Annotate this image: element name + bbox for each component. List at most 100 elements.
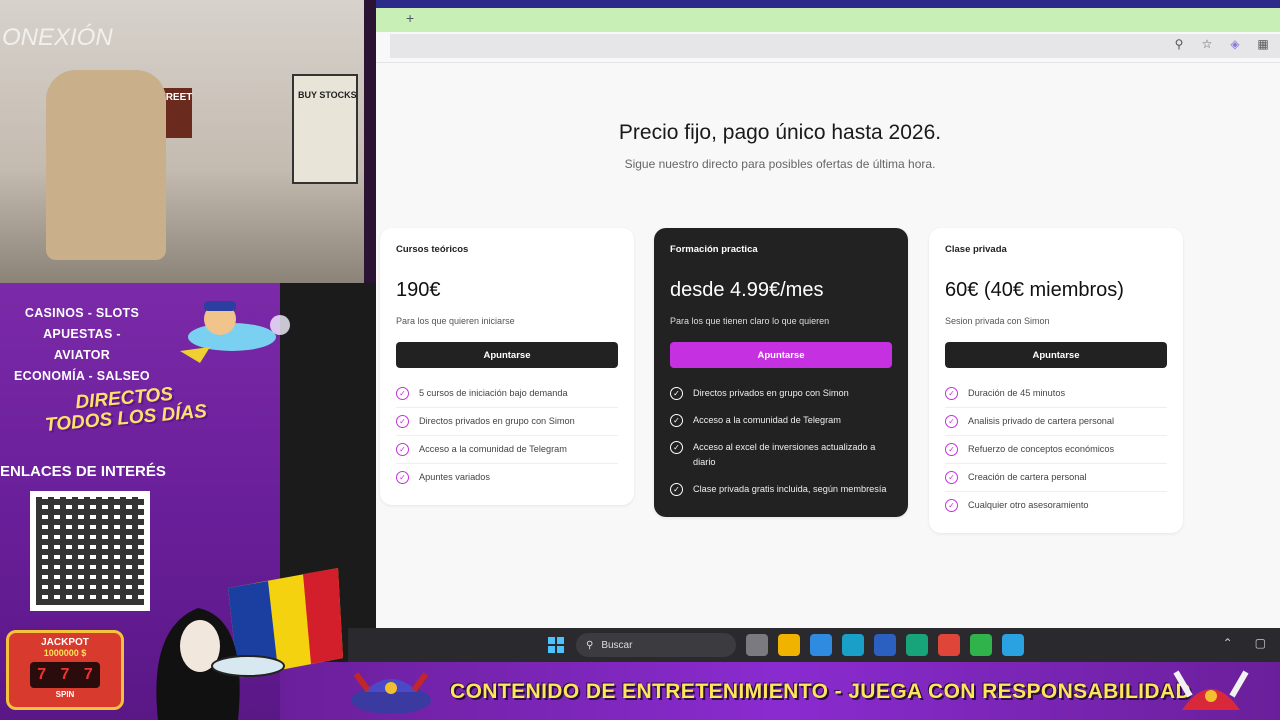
taskbar-app-icon[interactable] — [970, 634, 992, 656]
cam-neon-text: ONEXIÓN — [2, 24, 113, 51]
madonna-flag-illustration — [156, 568, 343, 720]
taskbar-app-icon[interactable] — [810, 634, 832, 656]
check-icon: ✓ — [945, 387, 958, 400]
plan-title: Cursos teóricos — [396, 244, 469, 255]
feature-text: Duración de 45 minutos — [968, 388, 1066, 398]
plan-description: Para los que tienen claro lo que quieren — [670, 316, 830, 326]
feature-text: Refuerzo de conceptos económicos — [968, 444, 1115, 454]
jackpot-value: 1000000 $ — [43, 648, 87, 658]
taskbar-app-icon[interactable] — [938, 634, 960, 656]
taskbar-app-icon[interactable] — [842, 634, 864, 656]
taskbar-app-icon[interactable] — [874, 634, 896, 656]
check-icon: ✓ — [670, 387, 683, 400]
taskbar-apps — [746, 634, 1024, 656]
check-icon: ✓ — [945, 415, 958, 428]
display-icon[interactable]: ▢ — [1255, 636, 1266, 650]
directos-badge: DIRECTOS TODOS LOS DÍAS — [43, 382, 207, 436]
feature-text: Apuntes variados — [419, 472, 490, 482]
topic-item: ECONOMÍA - SALSEO — [14, 369, 150, 383]
extension-icon[interactable]: ◈ — [1228, 37, 1242, 51]
buy-stocks-text: BUY STOCKS — [298, 90, 357, 100]
pilot-plane-icon — [180, 301, 290, 363]
feature-item: ✓ Directos privados en grupo con Simon — [670, 380, 892, 407]
page-content: Precio fijo, pago único hasta 2026. Sigu… — [376, 62, 1280, 628]
new-tab-button[interactable]: + — [406, 10, 414, 26]
feature-text: Cualquier otro asesoramiento — [968, 500, 1089, 510]
check-icon: ✓ — [670, 441, 683, 454]
jackpot-label: JACKPOT — [41, 637, 89, 648]
feature-text: Clase privada gratis incluida, según mem… — [693, 484, 887, 494]
plan-price: desde 4.99€/mes — [670, 279, 824, 301]
check-icon: ✓ — [396, 387, 409, 400]
feature-text: Acceso al excel de inversiones actualiza… — [693, 442, 876, 467]
feature-text: Acceso a la comunidad de Telegram — [693, 415, 841, 425]
apuntarse-button[interactable]: Apuntarse — [396, 342, 618, 368]
links-heading: ENLACES DE INTERÉS — [0, 463, 166, 480]
plan-card-clase-privada: Clase privada 60€ (40€ miembros) Sesion … — [929, 228, 1183, 533]
plan-description: Para los que quieren iniciarse — [396, 316, 515, 326]
feature-item: ✓ Duración de 45 minutos — [945, 380, 1167, 408]
feature-list: ✓ Directos privados en grupo con Simon ✓ A… — [670, 380, 892, 503]
check-icon: ✓ — [670, 483, 683, 496]
jackpot-badge: JACKPOT 1000000 $ 777 SPIN — [6, 630, 124, 710]
browser-window: + ⚲ ☆ ◈ ▦ Precio fijo, pago único hasta … — [376, 0, 1280, 628]
tab-strip: + — [376, 0, 1280, 32]
plan-price: 60€ (40€ miembros) — [945, 279, 1124, 301]
slot-reels-icon: 777 — [30, 662, 100, 688]
zoom-icon[interactable]: ⚲ — [1172, 37, 1186, 51]
search-icon: ⚲ — [586, 639, 594, 651]
taskbar-search[interactable]: ⚲ Buscar — [576, 633, 736, 657]
plan-description: Sesion privada con Simon — [945, 316, 1050, 326]
feature-item: ✓ Refuerzo de conceptos económicos — [945, 436, 1167, 464]
taskbar-app-icon[interactable] — [746, 634, 768, 656]
topics-list: CASINOS - SLOTS APUESTAS - AVIATOR ECONO… — [14, 303, 150, 387]
page-title: Precio fijo, pago único hasta 2026. — [618, 121, 942, 144]
apuntarse-button[interactable]: Apuntarse — [945, 342, 1167, 368]
feature-item: ✓ Directos privados en grupo con Simon — [396, 408, 618, 436]
plan-title: Formación practica — [670, 244, 758, 255]
taskbar-app-icon[interactable] — [778, 634, 800, 656]
topic-item: CASINOS - SLOTS — [24, 306, 140, 320]
feature-text: Directos privados en grupo con Simon — [419, 416, 575, 426]
toolbar-icons: ⚲ ☆ ◈ ▦ — [1172, 37, 1270, 51]
feature-item: ✓ Acceso a la comunidad de Telegram — [670, 407, 892, 434]
taskbar-app-icon[interactable] — [1002, 634, 1024, 656]
feature-item: ✓ 5 cursos de iniciación bajo demanda — [396, 380, 618, 408]
feature-text: Acceso a la comunidad de Telegram — [419, 444, 567, 454]
address-bar[interactable]: ⚲ ☆ ◈ ▦ — [390, 34, 1280, 58]
feature-item: ✓ Cualquier otro asesoramiento — [945, 492, 1167, 519]
plan-title: Clase privada — [945, 244, 1007, 255]
bottom-banner: CONTENIDO DE ENTRETENIMIENTO - JUEGA CON… — [280, 662, 1280, 720]
feature-text: Creación de cartera personal — [968, 472, 1087, 482]
check-icon: ✓ — [396, 443, 409, 456]
banner-text: CONTENIDO DE ENTRETENIMIENTO - JUEGA CON… — [450, 680, 1192, 703]
windows-start-icon[interactable] — [548, 637, 564, 653]
viking-helmet-icon — [1173, 670, 1249, 710]
feature-list: ✓ 5 cursos de iniciación bajo demanda ✓ Di… — [396, 380, 618, 491]
screen: + ⚲ ☆ ◈ ▦ Precio fijo, pago único hasta … — [0, 0, 1280, 720]
check-icon: ✓ — [945, 443, 958, 456]
star-icon[interactable]: ☆ — [1200, 37, 1214, 51]
apuntarse-button[interactable]: Apuntarse — [670, 342, 892, 368]
feature-item: ✓ Analisis privado de cartera personal — [945, 408, 1167, 436]
feature-item: ✓ Acceso a la comunidad de Telegram — [396, 436, 618, 464]
feature-item: ✓ Apuntes variados — [396, 464, 618, 491]
puzzle-icon[interactable]: ▦ — [1256, 37, 1270, 51]
taskbar-app-icon[interactable] — [906, 634, 928, 656]
feature-list: ✓ Duración de 45 minutos ✓ Analisis privad… — [945, 380, 1167, 519]
pilot-hat-icon — [351, 672, 431, 714]
spin-label: SPIN — [55, 690, 75, 699]
check-icon: ✓ — [945, 499, 958, 512]
feature-item: ✓ Acceso al excel de inversiones actualiz… — [670, 434, 892, 476]
system-tray: ⌃ ▢ — [1223, 636, 1266, 650]
chevron-up-icon[interactable]: ⌃ — [1223, 636, 1233, 650]
feature-item: ✓ Creación de cartera personal — [945, 464, 1167, 492]
feature-text: Analisis privado de cartera personal — [968, 416, 1115, 426]
check-icon: ✓ — [945, 471, 958, 484]
page-subtitle: Sigue nuestro directo para posibles ofer… — [624, 157, 936, 171]
feature-item: ✓ Clase privada gratis incluida, según me… — [670, 476, 892, 503]
topic-item: APUESTAS - AVIATOR — [43, 327, 121, 362]
gaming-chair — [46, 70, 166, 260]
check-icon: ✓ — [670, 414, 683, 427]
plan-card-formacion-practica: Formación practica desde 4.99€/mes Para … — [654, 228, 908, 517]
